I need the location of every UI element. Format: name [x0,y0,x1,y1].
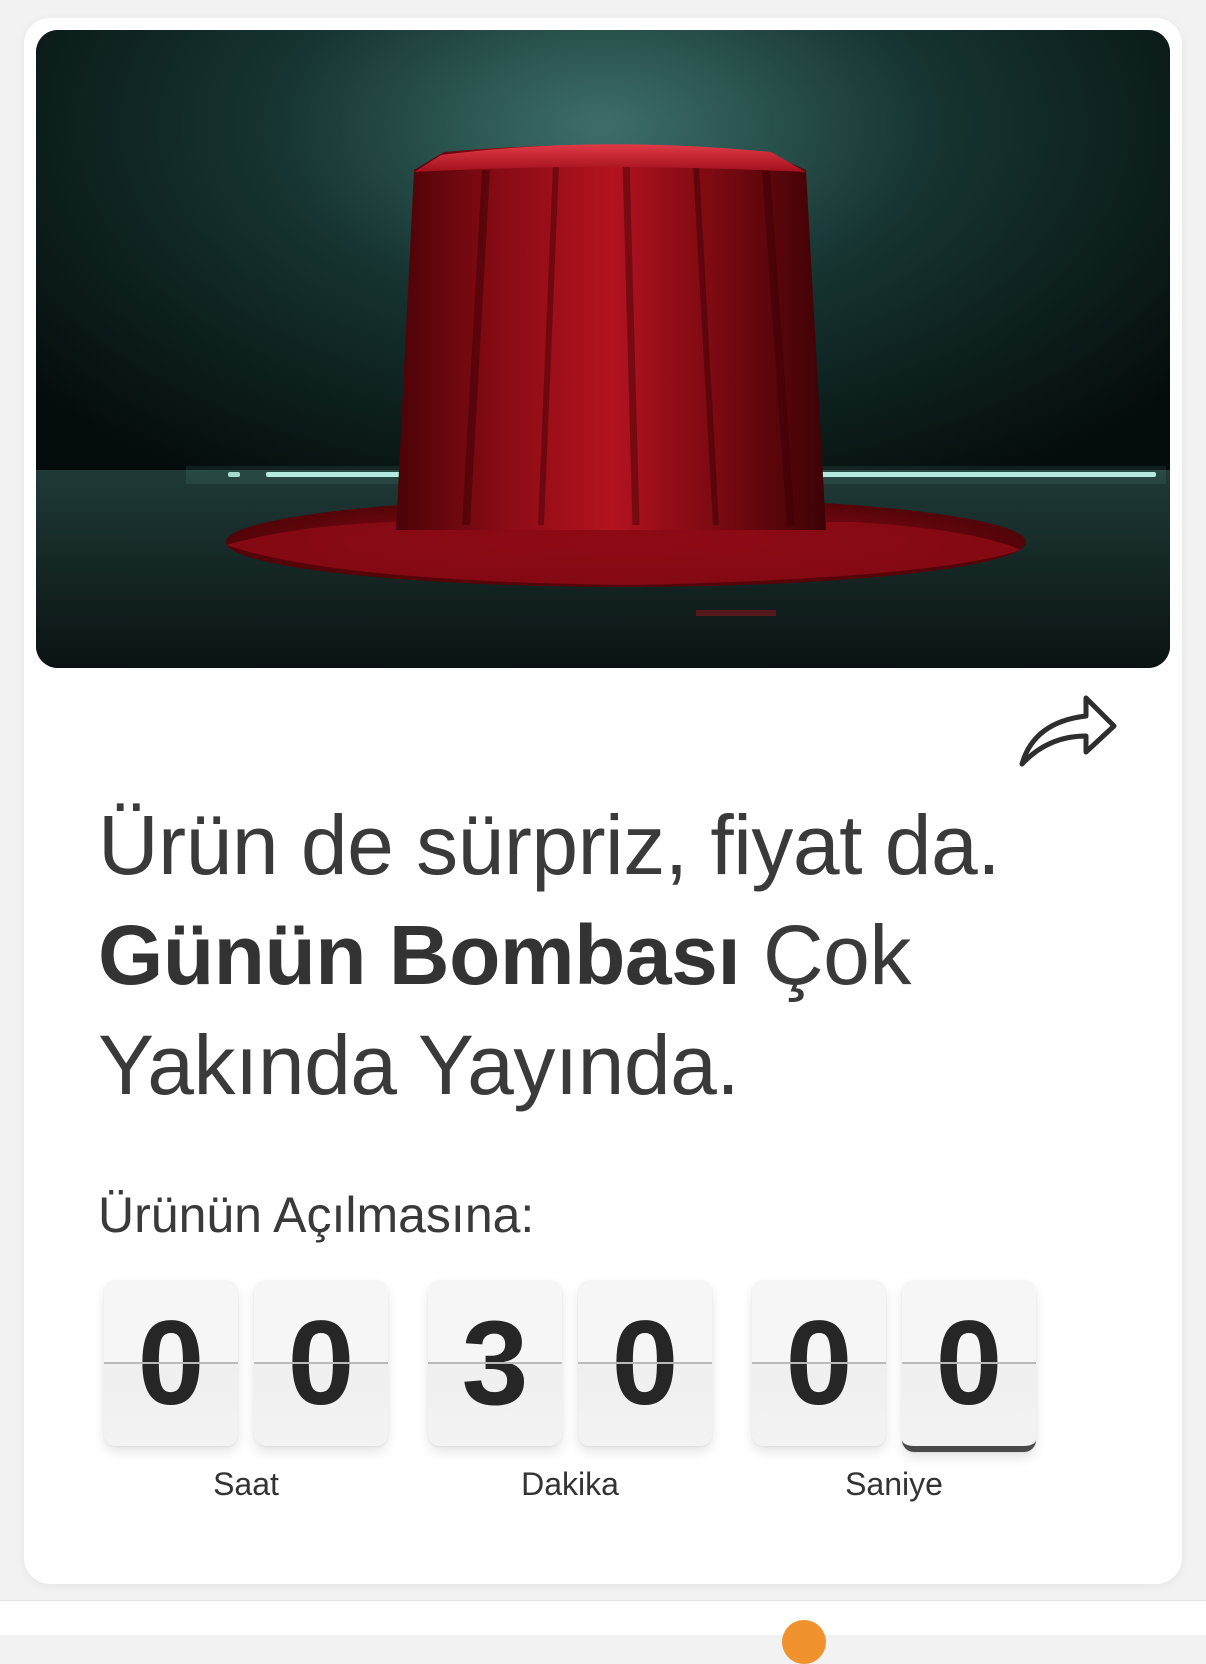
countdown-digit-minutes-2: 0 [578,1280,712,1446]
headline: Ürün de sürpriz, fiyat da. Günün Bombası… [98,790,1118,1120]
countdown-digit-minutes-1: 3 [428,1280,562,1446]
countdown-digit-hours-2: 0 [254,1280,388,1446]
share-button[interactable] [1012,686,1122,786]
share-arrow-icon [1019,695,1117,767]
countdown-digit-seconds-2: 0 [902,1280,1036,1452]
countdown-digit-hours-1: 0 [104,1280,238,1446]
headline-line-3: Yakında Yayında. [98,1018,740,1112]
bottom-bar [0,1600,1206,1635]
headline-bold: Günün Bombası [98,908,741,1002]
headline-line-1: Ürün de sürpriz, fiyat da. [98,798,1001,892]
headline-line-2: Günün Bombası Çok [98,900,1118,1010]
notification-dot[interactable] [782,1620,826,1664]
unit-seconds: Saniye [845,1466,943,1502]
covered-product-image [36,30,1170,668]
countdown-label: Ürünün Açılmasına: [98,1187,535,1243]
unit-hours: Saat [213,1466,279,1502]
unit-minutes: Dakika [521,1466,619,1502]
headline-rest: Çok [740,908,911,1002]
hero-image [36,30,1170,668]
countdown-digit-seconds-1: 0 [752,1280,886,1446]
